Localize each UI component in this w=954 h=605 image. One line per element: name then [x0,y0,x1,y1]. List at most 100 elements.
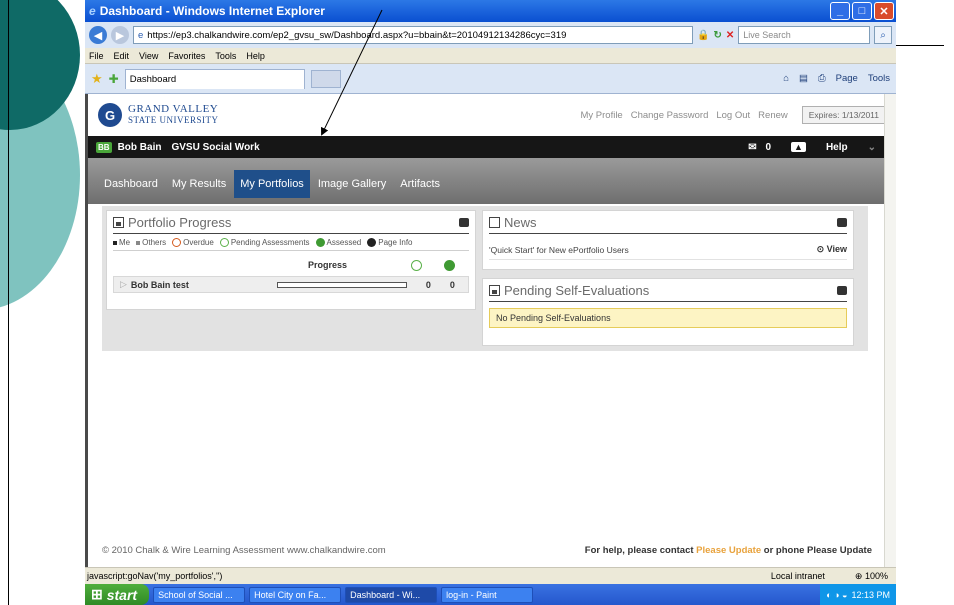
pending-self-eval-message: No Pending Self-Evaluations [489,308,847,328]
my-profile-link[interactable]: My Profile [580,110,622,121]
assessed-count: 0 [449,279,455,290]
new-tab-button[interactable] [310,69,341,88]
magnifier-icon: ⊙ [816,244,825,254]
program-name: GVSU Social Work [171,141,260,153]
portfolio-progress-title: Portfolio Progress [128,215,232,230]
tab-my-portfolios[interactable]: My Portfolios [234,170,310,198]
user-bar: BB Bob Bain GVSU Social Work ✉ 0 ▲ Help … [88,136,896,158]
stop-icon[interactable]: ✕ [726,30,734,41]
zoom-control[interactable]: ⊕ 100% [855,571,888,582]
maximize-button[interactable]: □ [852,2,872,20]
legend-pending: Pending Assessments [219,238,310,248]
clock: 12:13 PM [851,589,890,600]
view-label: View [826,244,847,254]
news-item-text: 'Quick Start' for New ePortfolio Users [489,244,629,255]
menu-favorites[interactable]: Favorites [168,51,205,61]
user-name: Bob Bain [117,141,162,153]
user-bar-actions: ✉ 0 ▲ Help ⌄ [748,142,896,153]
tab-my-results[interactable]: My Results [166,170,232,198]
portfolio-row[interactable]: ▷ Bob Bain test 0 0 [113,276,469,294]
collapse-icon[interactable] [837,286,847,295]
taskbar-button-hotel[interactable]: Hotel City on Fa... [249,586,342,603]
print-icon[interactable]: ⎙ [818,73,826,84]
taskbar-button-dashboard[interactable]: Dashboard - Wi... [345,586,438,603]
collapse-icon[interactable] [459,218,469,227]
refresh-icon[interactable]: ↻ [713,30,721,41]
expand-icon[interactable]: ▷ [120,279,127,290]
legend-others: Others [136,238,166,247]
legend-me: Me [113,238,130,247]
address-bar[interactable]: e https://ep3.chalkandwire.com/ep2_gvsu_… [133,26,693,44]
taskbar-button-school[interactable]: School of Social ... [153,586,246,603]
messages-button[interactable]: ✉ 0 [748,142,771,153]
forward-button[interactable]: ▶ [111,26,129,44]
menu-view[interactable]: View [139,51,158,61]
search-input[interactable]: Live Search [738,26,870,44]
main-tabs: Dashboard My Results My Portfolios Image… [88,158,896,204]
logo-line1: GRAND VALLEY [128,103,219,115]
tools-menu[interactable]: Tools [868,73,890,84]
menu-tools[interactable]: Tools [215,51,236,61]
home-icon[interactable]: ⌂ [783,73,789,84]
progress-legend: Me Others Overdue Pending Assessments As… [113,238,469,252]
start-button[interactable]: ⊞ start [85,584,150,605]
window-titlebar[interactable]: e Dashboard - Windows Internet Explorer … [85,0,896,22]
taskbar-button-paint[interactable]: log-in - Paint [441,586,534,603]
help-dropdown-icon[interactable]: ⌄ [868,142,876,153]
legend-overdue: Overdue [172,238,214,248]
change-password-link[interactable]: Change Password [631,110,709,121]
security-zone: Local intranet [770,570,825,581]
taskbar-label: School of Social ... [158,589,233,600]
logo-line2: STATE UNIVERSITY [128,115,219,125]
tab-image-gallery[interactable]: Image Gallery [312,170,392,198]
menu-edit[interactable]: Edit [114,51,130,61]
renew-link[interactable]: Renew [758,110,788,121]
slide: e Dashboard - Windows Internet Explorer … [0,0,954,605]
favorites-star-icon[interactable]: ★ [91,71,103,87]
menu-bar: File Edit View Favorites Tools Help [85,48,896,64]
zoom-level: 100% [864,570,888,581]
lock-icon[interactable]: 🔒 [697,30,709,41]
search-placeholder: Live Search [743,30,791,40]
tab-artifacts[interactable]: Artifacts [394,170,446,198]
search-button[interactable]: ⌕ [874,26,892,44]
menu-help[interactable]: Help [246,51,265,61]
top-nav: My Profile Change Password Log Out Renew… [580,106,886,124]
taskbar-label: Dashboard - Wi... [350,589,421,600]
tray-icons[interactable]: ◐ ◑ ◒ [826,590,847,600]
add-favorite-icon[interactable]: ✚ [109,72,119,86]
vertical-scrollbar[interactable] [884,94,896,567]
help-update-link[interactable]: Please Update [696,545,761,556]
slide-rule-line [896,45,944,46]
tab-dashboard[interactable]: Dashboard [98,170,164,198]
gvsu-logo-icon: G [98,103,122,127]
pending-icon [219,238,229,248]
back-button[interactable]: ◀ [89,26,107,44]
assessed-column-icon [444,259,456,271]
log-out-link[interactable]: Log Out [716,110,750,121]
browser-tab-dashboard[interactable]: Dashboard [124,68,305,89]
chart-icon [489,285,500,296]
page-menu[interactable]: Page [836,73,858,84]
user-chip: BB [96,141,112,153]
zoom-icon: ⊕ [854,570,863,581]
command-bar: ⌂ ▤ ⎙ Page Tools [783,73,890,84]
view-news-button[interactable]: ⊙ View [817,244,847,255]
gvsu-logo-text: GRAND VALLEY STATE UNIVERSITY [128,104,219,126]
legend-assessed: Assessed [315,238,361,248]
pending-self-evaluations-panel: Pending Self-Evaluations No Pending Self… [482,278,854,346]
minimize-button[interactable]: _ [830,2,850,20]
slide-border-line [8,0,9,605]
gvsu-logo[interactable]: G GRAND VALLEY STATE UNIVERSITY [98,103,219,127]
browser-tab-label: Dashboard [129,73,177,85]
menu-file[interactable]: File [89,51,104,61]
legend-overdue-label: Overdue [183,238,214,247]
collapse-icon[interactable] [837,218,847,227]
upload-icon[interactable]: ▲ [791,142,806,152]
legend-page-info-label: Page Info [378,238,413,247]
feeds-icon[interactable]: ▤ [799,73,808,84]
help-menu[interactable]: Help [826,142,848,153]
portfolio-name[interactable]: Bob Bain test [131,280,189,290]
close-button[interactable]: ✕ [874,2,894,20]
status-right: Local intranet ⊕ 100% [771,571,896,582]
